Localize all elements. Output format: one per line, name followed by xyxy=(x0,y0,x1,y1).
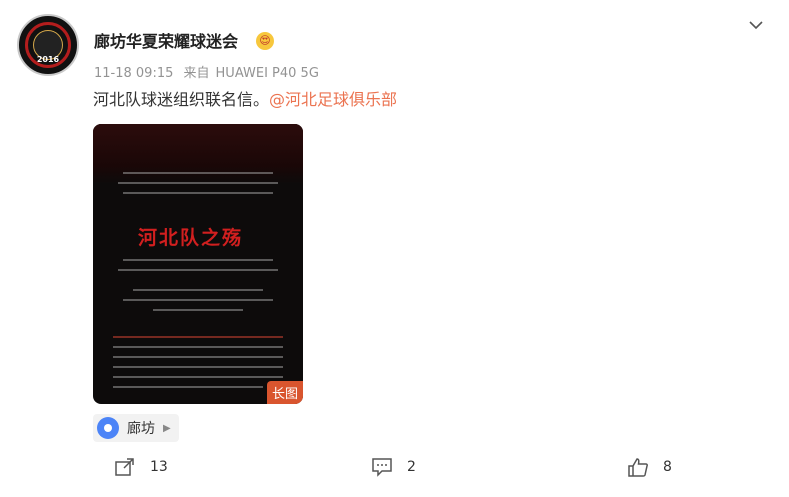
image-header-bg xyxy=(93,124,303,184)
post-source: HUAWEI P40 5G xyxy=(215,66,319,81)
image-text-line xyxy=(113,366,283,368)
repost-button[interactable]: 13 xyxy=(114,457,168,477)
image-text-line xyxy=(153,309,243,311)
post-source-prefix: 来自 xyxy=(183,66,210,81)
like-count: 8 xyxy=(663,459,672,475)
repost-count: 13 xyxy=(150,459,168,475)
long-image-badge: 长图 xyxy=(266,381,303,404)
location-tag[interactable]: 廊坊 ▶ xyxy=(93,414,179,442)
avatar-year: 2016 xyxy=(36,55,60,64)
comment-count: 2 xyxy=(407,459,416,475)
image-text-line xyxy=(113,376,283,378)
image-text-line xyxy=(123,192,273,194)
post-text: 河北队球迷组织联名信。@河北足球俱乐部 xyxy=(93,86,397,110)
image-text-line xyxy=(123,259,273,261)
post-image[interactable]: 河北队之殇 长图 xyxy=(93,124,303,404)
like-button[interactable]: 8 xyxy=(627,457,672,477)
image-text-line xyxy=(113,336,283,338)
image-text-line xyxy=(123,172,273,174)
image-text-line xyxy=(118,269,278,271)
username[interactable]: 廊坊华夏荣耀球迷会 xyxy=(94,28,238,52)
chevron-right-icon: ▶ xyxy=(163,422,171,434)
mention-link[interactable]: @河北足球俱乐部 xyxy=(269,90,397,109)
post-time[interactable]: 11-18 09:15 xyxy=(94,66,173,81)
comment-icon xyxy=(372,458,392,477)
thumbs-up-icon xyxy=(628,458,648,477)
post-body: 河北队球迷组织联名信。 xyxy=(93,90,270,109)
image-text-line xyxy=(113,346,283,348)
emoji-icon: 😍 xyxy=(256,32,274,50)
comment-button[interactable]: 2 xyxy=(371,457,416,477)
image-text-line xyxy=(113,356,283,358)
image-text-line xyxy=(113,386,263,388)
image-text-line xyxy=(118,182,278,184)
avatar[interactable]: 2016 xyxy=(17,14,79,76)
location-name: 廊坊 xyxy=(127,421,155,437)
image-title: 河北队之殇 xyxy=(138,227,244,249)
post-meta: 11-18 09:15 来自 HUAWEI P40 5G xyxy=(94,62,325,81)
share-icon xyxy=(115,458,134,476)
location-pin-icon xyxy=(97,417,119,439)
chevron-down-icon[interactable] xyxy=(748,17,764,33)
image-text-line xyxy=(133,289,263,291)
action-bar: 13 2 8 xyxy=(0,457,789,481)
image-text-line xyxy=(123,299,273,301)
